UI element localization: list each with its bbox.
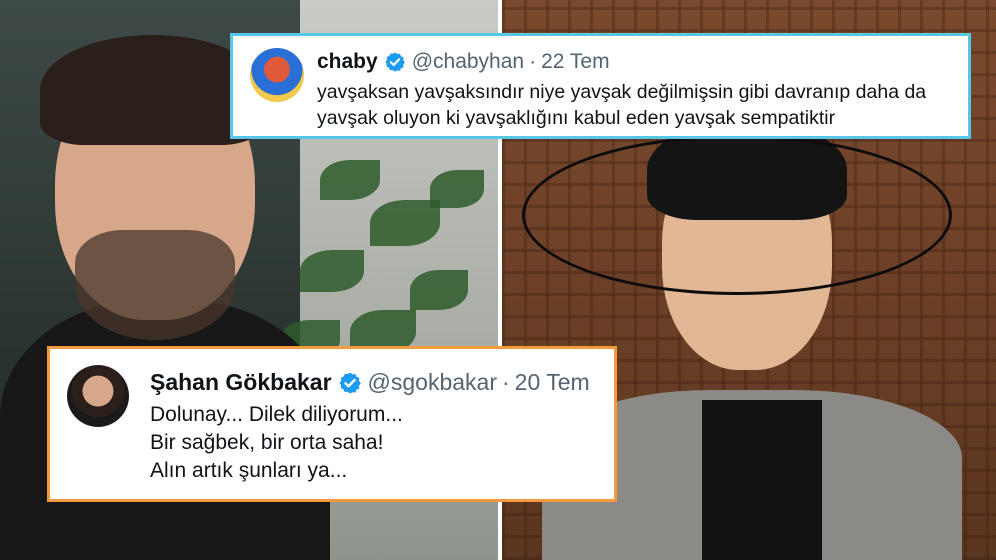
- tweet-line: Bir sağbek, bir orta saha!: [150, 430, 384, 454]
- separator: ·: [529, 50, 537, 73]
- hat-brim: [522, 135, 952, 295]
- verified-badge-icon: [384, 51, 406, 73]
- avatar[interactable]: [250, 48, 304, 102]
- tweet-text: Dolunay... Dilek diliyorum... Bir sağbek…: [150, 401, 610, 485]
- handle[interactable]: @sgokbakar: [368, 369, 497, 396]
- display-name[interactable]: chaby: [317, 50, 378, 74]
- separator: ·: [502, 369, 510, 395]
- person-beard: [75, 230, 235, 340]
- tweet-line: yavşak oluyon ki yavşaklığını kabul eden…: [317, 106, 836, 129]
- tweet-date[interactable]: 20 Tem: [515, 369, 590, 396]
- handle[interactable]: @chabyhan: [412, 50, 524, 74]
- person-shirt: [702, 400, 822, 560]
- tweet-line: yavşaksan yavşaksındır niye yavşak değil…: [317, 81, 927, 103]
- tweet-date[interactable]: 22 Tem: [541, 50, 610, 74]
- display-name[interactable]: Şahan Gökbakar: [150, 369, 332, 396]
- tweet-header: Şahan Gökbakar @sgokbakar · 20 Tem: [150, 369, 590, 396]
- tweet-text: yavşaksan yavşaksındır niye yavşak değil…: [317, 80, 967, 132]
- tweet-line: Alın artık şunları ya...: [150, 458, 348, 482]
- tweet-line: Dolunay... Dilek diliyorum...: [150, 403, 403, 426]
- tweet-card-sgokbakar: Şahan Gökbakar @sgokbakar · 20 Tem Dolun…: [47, 346, 617, 502]
- avatar[interactable]: [67, 365, 129, 427]
- verified-badge-icon: [338, 371, 362, 395]
- tweet-header: chaby @chabyhan · 22 Tem: [317, 50, 610, 74]
- tweet-card-chaby: chaby @chabyhan · 22 Tem yavşaksan yavşa…: [230, 33, 971, 139]
